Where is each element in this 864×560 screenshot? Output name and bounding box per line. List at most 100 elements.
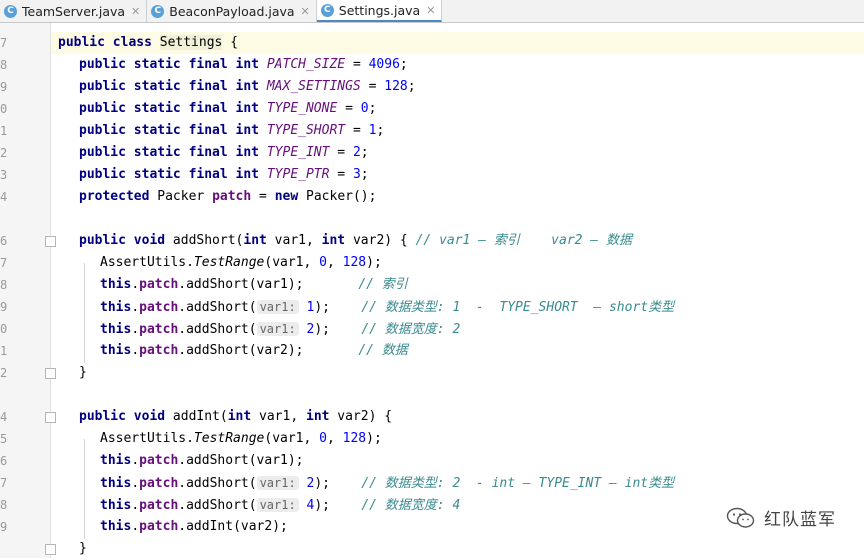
line-number-gutter: 7 8 9 0 1 2 3 4 6 7 8 9 0 1 2 4 5 6 7 8 … <box>0 23 56 558</box>
line-number: 0 <box>0 102 8 116</box>
field-name: patch <box>139 343 179 358</box>
code-line: public static final int TYPE_NONE = 0; <box>51 98 864 120</box>
number-literal: 128 <box>384 79 408 94</box>
code-line: public static final int TYPE_PTR = 3; <box>51 164 864 186</box>
code-line: public void addInt(int var1, int var2) { <box>51 406 864 428</box>
code-text: } <box>79 365 87 380</box>
code-line: this.patch.addShort(var1); // 索引 <box>51 274 864 296</box>
code-line: this.patch.addShort(var1: 1); // 数据类型: 1… <box>51 296 864 318</box>
code-line: this.patch.addShort(var1: 2); // 数据类型: 2… <box>51 472 864 494</box>
line-number: 8 <box>0 498 8 512</box>
line-number: 7 <box>0 36 8 50</box>
code-line: AssertUtils.TestRange(var1, 0, 128); <box>51 428 864 450</box>
comment: // 数据宽度: 4 <box>361 498 461 513</box>
code-line: this.patch.addShort(var1: 2); // 数据宽度: 2 <box>51 318 864 340</box>
code-text: . <box>131 453 140 468</box>
wechat-icon <box>726 507 755 528</box>
code-line: this.patch.addShort(var2); // 数据 <box>51 340 864 362</box>
keyword: public void <box>79 409 166 424</box>
java-class-icon: C <box>151 4 165 18</box>
keyword: this <box>100 343 132 358</box>
code-line: } <box>51 538 864 560</box>
constant-name: TYPE_SHORT <box>266 123 346 138</box>
code-editor[interactable]: public class Settings { public static fi… <box>51 23 864 558</box>
tab-settings[interactable]: C Settings.java ✕ <box>316 0 443 22</box>
code-text: . <box>131 322 140 337</box>
code-text: = <box>329 145 353 160</box>
field-name: patch <box>139 519 179 534</box>
code-text: var2) { <box>345 233 416 248</box>
keyword: public class <box>58 35 160 50</box>
tab-label: BeaconPayload.java <box>169 3 295 19</box>
code-text: ); <box>314 476 330 491</box>
code-text: var1, <box>251 409 306 424</box>
comment: // 索引 <box>358 277 408 292</box>
tab-teamserver[interactable]: C TeamServer.java ✕ <box>0 0 148 22</box>
line-number: 9 <box>0 80 8 94</box>
line-number: 6 <box>0 234 8 248</box>
code-text: , <box>327 255 343 270</box>
code-text: (var1, <box>264 255 320 270</box>
parameter-hint: var1: <box>256 322 299 336</box>
line-number: 0 <box>0 322 8 336</box>
line-number: 4 <box>0 410 8 424</box>
code-text: Packer <box>149 189 213 204</box>
code-text: ); <box>314 498 330 513</box>
code-text: ; <box>360 167 369 182</box>
code-text: .addShort( <box>178 322 257 337</box>
field-name: patch <box>139 300 179 315</box>
code-text: . <box>131 300 140 315</box>
code-line: public class Settings { <box>51 32 864 54</box>
code-text: AssertUtils. <box>100 255 194 270</box>
method-name: addInt( <box>165 409 228 424</box>
static-method: TestRange <box>193 431 265 446</box>
line-number: 5 <box>0 432 8 446</box>
field-name: patch <box>139 322 179 337</box>
line-number: 7 <box>0 256 8 270</box>
field-name: patch <box>212 189 252 204</box>
line-number: 2 <box>0 146 8 160</box>
close-icon[interactable]: ✕ <box>426 4 435 17</box>
keyword: this <box>100 300 132 315</box>
tab-label: TeamServer.java <box>22 3 126 19</box>
number-literal: 3 <box>352 167 361 182</box>
code-text: . <box>131 519 140 534</box>
static-method: TestRange <box>193 255 265 270</box>
close-icon[interactable]: ✕ <box>301 5 310 18</box>
code-line: this.patch.addShort(var1); <box>51 450 864 472</box>
line-number: 3 <box>0 168 8 182</box>
tab-beaconpayload[interactable]: C BeaconPayload.java ✕ <box>147 0 317 22</box>
close-icon[interactable]: ✕ <box>131 5 140 18</box>
number-literal: 2 <box>352 145 361 160</box>
code-line: public static final int TYPE_SHORT = 1; <box>51 120 864 142</box>
field-name: patch <box>139 277 179 292</box>
code-text: . <box>131 343 140 358</box>
code-text: ); <box>314 300 330 315</box>
code-text: } <box>79 541 87 556</box>
line-number: 9 <box>0 520 8 534</box>
code-text: = <box>337 101 361 116</box>
code-text: { <box>222 35 239 50</box>
watermark: 红队蓝军 <box>726 505 836 530</box>
code-text: , <box>327 431 343 446</box>
code-text: .addShort( <box>178 498 257 513</box>
code-text: ; <box>376 123 385 138</box>
code-text: var2) { <box>329 409 393 424</box>
code-text: .addShort( <box>178 300 257 315</box>
keyword: int <box>227 409 252 424</box>
number-literal: 4096 <box>368 57 400 72</box>
keyword: protected <box>79 189 150 204</box>
code-text: Packer(); <box>298 189 377 204</box>
code-text: = <box>251 189 275 204</box>
code-line: public void addShort(int var1, int var2)… <box>51 230 864 252</box>
code-text: (var1, <box>264 431 320 446</box>
line-number: 8 <box>0 58 8 72</box>
keyword: public static final int <box>79 101 267 116</box>
keyword: this <box>100 322 132 337</box>
